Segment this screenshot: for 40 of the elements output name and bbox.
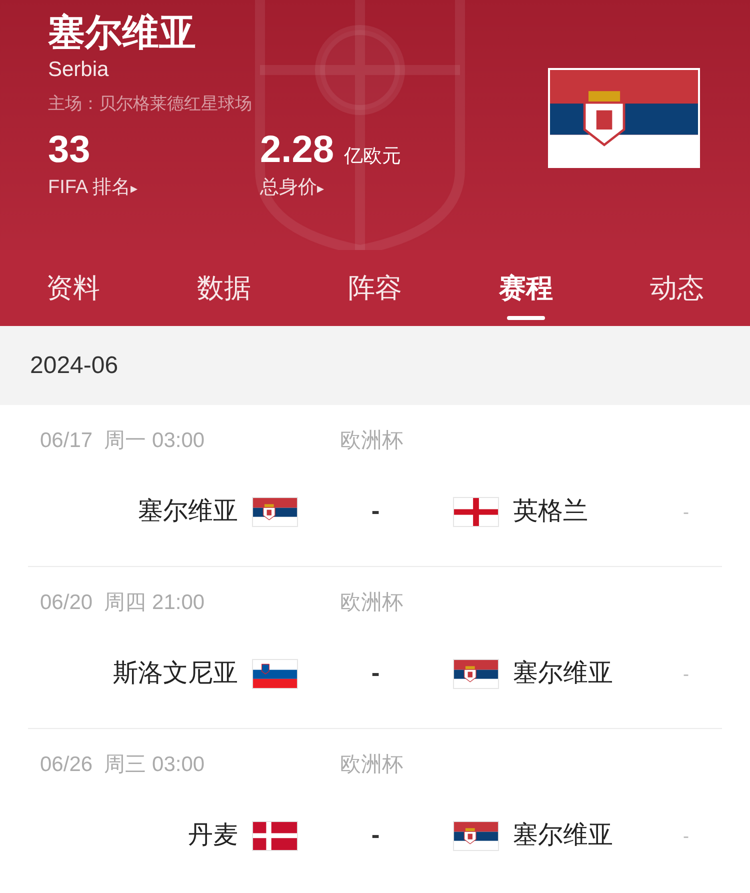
team-name-english: Serbia bbox=[48, 57, 110, 83]
flag-icon bbox=[453, 659, 499, 689]
stat-link[interactable]: 总身价▸ bbox=[260, 174, 401, 202]
tab[interactable]: 资料 bbox=[46, 250, 100, 326]
match-datetime: 06/26 周三 03:00 bbox=[40, 752, 206, 778]
away-team-name: 塞尔维亚 bbox=[513, 658, 613, 690]
home-team-name: 斯洛文尼亚 bbox=[113, 658, 238, 690]
flag-icon bbox=[252, 821, 298, 851]
away-team-name: 英格兰 bbox=[513, 496, 588, 528]
tab[interactable]: 赛程 bbox=[499, 250, 553, 326]
match-result: - bbox=[683, 500, 689, 524]
match-result: - bbox=[683, 824, 689, 848]
flag-icon bbox=[548, 68, 700, 168]
match-datetime: 06/20 周四 21:00 bbox=[40, 590, 206, 616]
flag-icon bbox=[453, 821, 499, 851]
match-score: - bbox=[370, 658, 381, 690]
match-score: - bbox=[370, 496, 381, 528]
tab[interactable]: 数据 bbox=[197, 250, 251, 326]
competition-label: 欧洲杯 bbox=[340, 590, 403, 616]
tab-indicator bbox=[507, 316, 545, 320]
home-stadium: 主场：贝尔格莱德红星球场 bbox=[48, 93, 253, 115]
stat-value: 33 bbox=[48, 128, 90, 172]
away-team-name: 塞尔维亚 bbox=[513, 820, 613, 852]
match-result: - bbox=[683, 662, 689, 686]
stat-value: 2.28 bbox=[260, 128, 334, 172]
home-team-name: 丹麦 bbox=[188, 820, 238, 852]
flag-icon bbox=[252, 497, 298, 527]
flag-icon bbox=[453, 497, 499, 527]
tab[interactable]: 动态 bbox=[650, 250, 704, 326]
match-score: - bbox=[370, 820, 381, 852]
match-datetime: 06/17 周一 03:00 bbox=[40, 428, 206, 454]
competition-label: 欧洲杯 bbox=[340, 752, 403, 778]
tab[interactable]: 阵容 bbox=[348, 250, 402, 326]
stat-unit: 亿欧元 bbox=[344, 145, 401, 169]
home-team-name: 塞尔维亚 bbox=[138, 496, 238, 528]
month-label: 2024-06 bbox=[30, 350, 118, 380]
team-name: 塞尔维亚 bbox=[48, 11, 197, 55]
competition-label: 欧洲杯 bbox=[340, 428, 403, 454]
stat-link[interactable]: FIFA 排名▸ bbox=[48, 174, 260, 202]
flag-icon bbox=[252, 659, 298, 689]
